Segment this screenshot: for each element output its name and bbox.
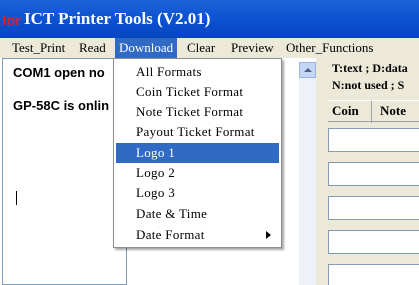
menu-download[interactable]: Download [115,38,178,58]
status-line-com: COM1 open no [13,65,105,80]
menu-item-all-formats[interactable]: All Formats [116,62,279,82]
window-title: ICT Printer Tools (V2.01) [24,9,211,28]
grid-cell[interactable] [328,162,419,186]
menu-item-coin-ticket-format[interactable]: Coin Ticket Format [116,82,279,102]
grid-cell[interactable] [328,230,419,254]
menu-item-logo-3[interactable]: Logo 3 [116,183,279,203]
menu-item-date-format-label: Date Format [136,227,205,242]
grid-cell[interactable] [328,196,419,220]
legend-line-1: T:text ; D:data [332,61,408,75]
format-panel: T:text ; D:data N:not used ; S Coin Note [316,58,419,285]
menu-clear[interactable]: Clear [187,38,215,58]
column-divider[interactable] [371,101,372,123]
grid-cell[interactable] [328,128,419,152]
menu-item-note-ticket-format[interactable]: Note Ticket Format [116,102,279,122]
menu-item-logo-1[interactable]: Logo 1 [116,143,279,163]
title-bar: tor ICT Printer Tools (V2.01) [0,0,419,38]
grid-cell[interactable] [328,264,419,285]
menu-test-print[interactable]: Test_Print [12,38,65,58]
column-header-note[interactable]: Note [380,103,406,119]
status-line-printer: GP-58C is onlin [13,98,110,113]
app-icon: tor [2,12,21,28]
menu-item-date-time[interactable]: Date & Time [116,204,279,224]
column-header-coin[interactable]: Coin [332,103,359,119]
menu-item-payout-ticket-format[interactable]: Payout Ticket Format [116,122,279,142]
text-caret [16,191,17,205]
vertical-scrollbar[interactable] [299,62,316,285]
download-dropdown-menu: All Formats Coin Ticket Format Note Tick… [113,58,282,248]
menu-bar: Test_Print Read Download Clear Preview O… [0,38,419,58]
scroll-up-arrow-icon[interactable] [299,62,316,78]
menu-read[interactable]: Read [79,38,106,58]
menu-item-date-format[interactable]: Date Format [116,225,279,245]
menu-item-logo-2[interactable]: Logo 2 [116,163,279,183]
menu-other-functions[interactable]: Other_Functions [286,38,373,58]
status-text-area[interactable]: COM1 open no GP-58C is onlin [2,58,127,285]
legend-line-2: N:not used ; S [332,78,405,92]
menu-preview[interactable]: Preview [231,38,274,58]
grid-header: Coin Note [328,100,419,123]
submenu-arrow-icon [266,231,271,239]
